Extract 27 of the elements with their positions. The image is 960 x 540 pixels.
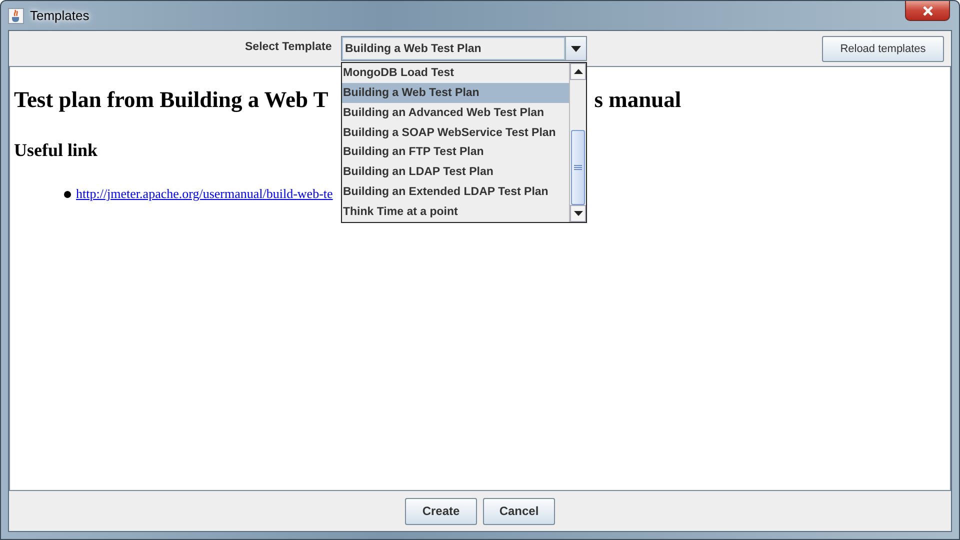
- heading-text: s manual: [594, 87, 682, 113]
- dialog-button[interactable]: Cancel: [483, 498, 555, 524]
- java-cup-icon: [8, 8, 24, 24]
- select-template-label: Select Template: [245, 41, 332, 53]
- heading-text: Test plan from Building a Web T: [14, 87, 328, 113]
- dropdown-item[interactable]: Building a Web Test Plan: [342, 82, 569, 103]
- dropdown-item[interactable]: Building a SOAP WebService Test Plan: [342, 122, 569, 142]
- close-button[interactable]: [905, 1, 950, 21]
- reload-templates-button[interactable]: Reload templates: [822, 36, 944, 62]
- dialog-button[interactable]: Create: [405, 498, 477, 524]
- link[interactable]: http://jmeter.apache.org/usermanual/build-web-te: [76, 186, 333, 202]
- dropdown-item[interactable]: Building an LDAP Test Plan: [342, 162, 569, 182]
- dropdown-item[interactable]: Building an Extended LDAP Test Plan: [342, 182, 569, 202]
- template-combo-box[interactable]: Building a Web Test Plan: [341, 36, 587, 61]
- scrollbar[interactable]: [569, 63, 586, 222]
- bullet-icon: [64, 190, 71, 198]
- dropdown-item[interactable]: Building an FTP Test Plan: [342, 142, 569, 162]
- scroll-up-icon: [574, 69, 582, 74]
- grip-icon: [574, 165, 582, 170]
- subheading: Useful link: [14, 140, 98, 161]
- caret-icon: [571, 46, 581, 52]
- window-title: Templates: [30, 8, 90, 23]
- close-icon: [922, 6, 934, 16]
- scroll-down-icon: [574, 211, 582, 216]
- dropdown-item[interactable]: MongoDB Load Test: [342, 63, 569, 83]
- dropdown-item[interactable]: Building an Advanced Web Test Plan: [342, 102, 569, 123]
- dropdown-item[interactable]: Think Time at a point: [342, 202, 569, 222]
